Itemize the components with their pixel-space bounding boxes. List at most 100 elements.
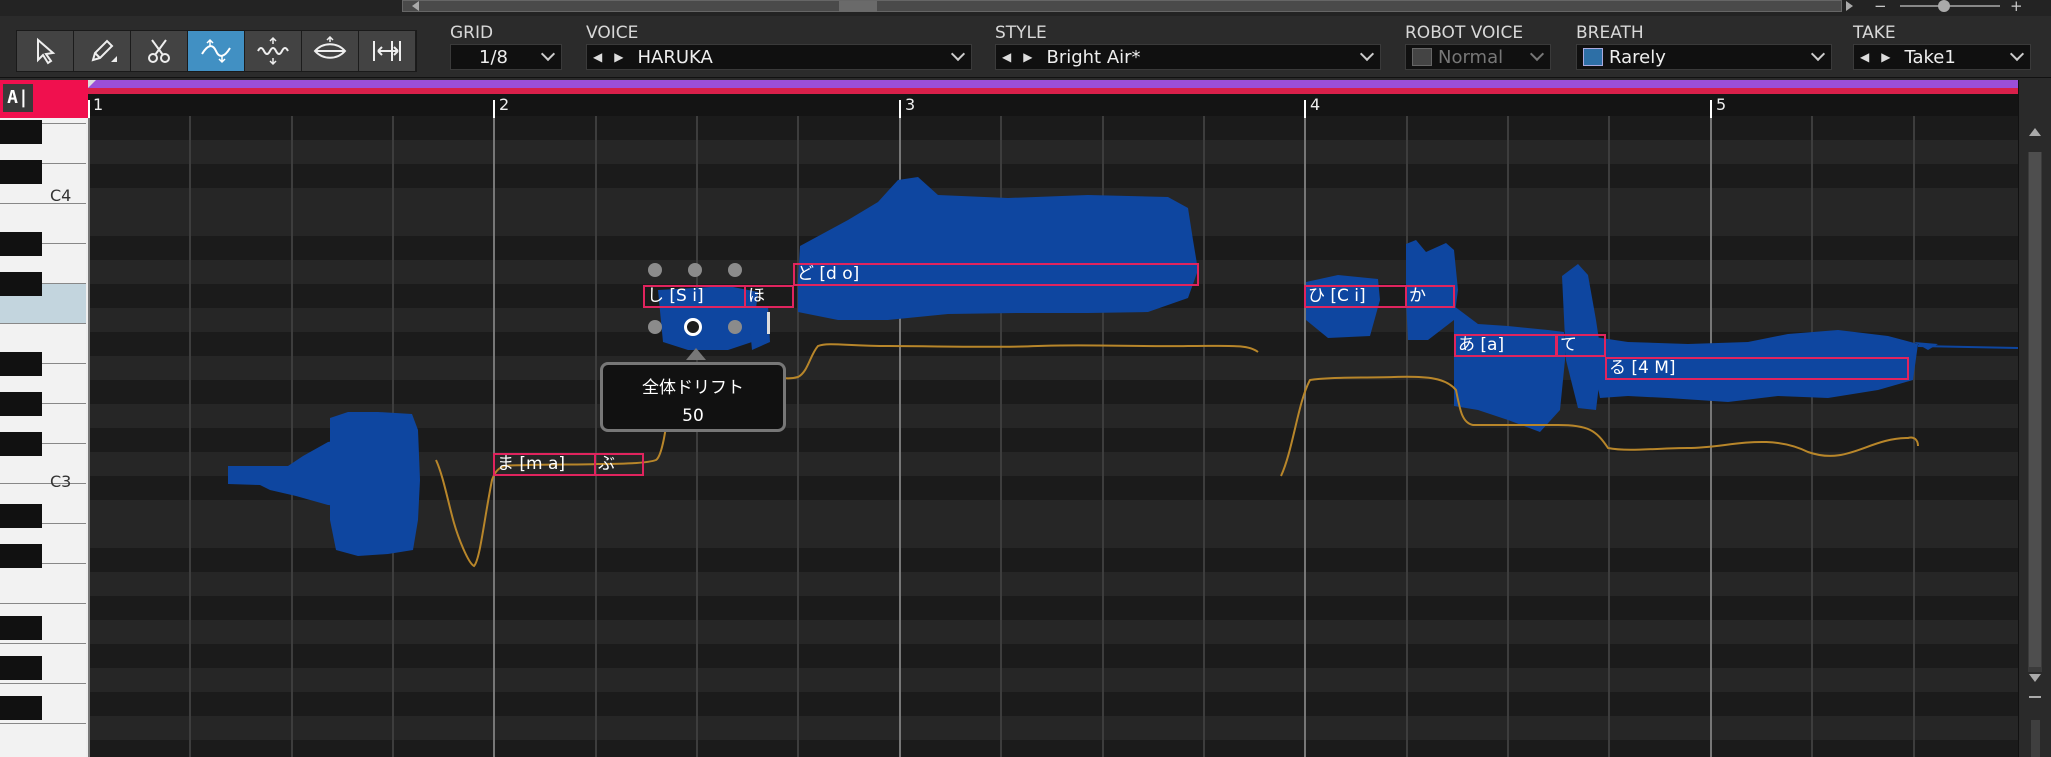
piano-black-key[interactable] [0, 656, 42, 680]
piano-black-key[interactable] [0, 432, 42, 456]
take-select[interactable]: ◀ ▶ Take1 [1853, 44, 2031, 70]
vertical-scrollbar[interactable] [2018, 80, 2051, 757]
take-prev-next[interactable]: ◀ ▶ [1860, 50, 1890, 64]
voice-prev-next[interactable]: ◀ ▶ [593, 50, 623, 64]
scroll-right-icon[interactable] [1846, 1, 1853, 11]
waveform-lead-in [293, 462, 369, 468]
voice-select[interactable]: ◀ ▶ HARUKA [586, 44, 972, 70]
piano-black-key[interactable] [0, 160, 42, 184]
volume-tool-button[interactable] [302, 31, 359, 71]
drift-tooltip: 全体ドリフト 50 [600, 362, 786, 432]
waveform-and-pitch-layer [228, 177, 2018, 568]
note-ho[interactable]: ほ [744, 285, 794, 308]
piano-black-key[interactable] [0, 272, 42, 296]
piano-black-key[interactable] [0, 352, 42, 376]
key-label-c4: C4 [50, 186, 72, 205]
drift-handle[interactable] [648, 263, 662, 277]
note-ka[interactable]: か [1405, 285, 1455, 308]
drift-handle[interactable] [728, 263, 742, 277]
voice-value: HARUKA [637, 46, 713, 68]
piano-black-key[interactable] [0, 696, 42, 720]
drift-handle[interactable] [648, 320, 662, 334]
breath-field: BREATH Rarely [1576, 24, 1832, 70]
breath-select[interactable]: Rarely [1576, 44, 1832, 70]
scissors-icon [148, 39, 170, 63]
piano-white-key[interactable] [0, 564, 86, 604]
note-ma[interactable]: ま [m a] [493, 453, 596, 476]
timing-stretch-icon [373, 41, 401, 61]
selected-drift-handle[interactable] [684, 318, 702, 336]
piano-keyboard[interactable]: C4 C3 [0, 80, 88, 757]
piano-black-key[interactable] [0, 120, 42, 144]
pencil-icon [91, 39, 117, 62]
arrow-cursor-icon [37, 37, 56, 65]
ai-badge[interactable]: A| [0, 80, 88, 118]
drift-handle[interactable] [728, 320, 742, 334]
chevron-down-icon [540, 46, 556, 62]
note-shi[interactable]: し [S i] [643, 285, 746, 308]
horizontal-scrollbar[interactable] [402, 0, 1842, 12]
zoom-out-button[interactable]: − [1874, 0, 1887, 15]
scroll-up-icon[interactable] [2029, 128, 2041, 136]
zoom-slider[interactable] [1900, 5, 2000, 7]
breath-value: Rarely [1609, 46, 1666, 68]
prev-arrow-icon[interactable]: ◀ [593, 50, 602, 64]
collapse-icon[interactable] [2029, 696, 2041, 698]
breath-checkbox[interactable] [1583, 48, 1603, 66]
robot-voice-select[interactable]: Normal [1405, 44, 1551, 70]
note-a[interactable]: あ [a] [1454, 334, 1557, 357]
scroll-thumb[interactable] [839, 1, 877, 12]
timing-tool-button[interactable] [359, 31, 416, 71]
breath-label: BREATH [1576, 23, 1644, 43]
piano-black-key[interactable] [0, 232, 42, 256]
style-select[interactable]: ◀ ▶ Bright Air* [995, 44, 1381, 70]
piano-black-key[interactable] [0, 616, 42, 640]
key-label-c3: C3 [50, 472, 72, 491]
waveform-tail-line [1917, 345, 2018, 349]
piano-black-key[interactable] [0, 392, 42, 416]
next-arrow-icon[interactable]: ▶ [1881, 50, 1890, 64]
note-hi[interactable]: ひ [C i] [1304, 285, 1407, 308]
robot-voice-field: ROBOT VOICE Normal [1405, 24, 1551, 70]
next-arrow-icon[interactable]: ▶ [1023, 50, 1032, 64]
style-value: Bright Air* [1046, 46, 1141, 68]
pencil-tool-button[interactable] [74, 31, 131, 71]
chevron-down-icon [950, 46, 966, 62]
style-prev-next[interactable]: ◀ ▶ [1002, 50, 1032, 64]
prev-arrow-icon[interactable]: ◀ [1002, 50, 1011, 64]
note-ru[interactable]: る [4 M] [1605, 357, 1909, 380]
grid-select[interactable]: 1/8 [450, 44, 562, 70]
tooltip-value: 50 [682, 406, 704, 426]
piano-black-key[interactable] [0, 544, 42, 568]
volume-shape-icon [313, 36, 347, 59]
piano-black-key[interactable] [0, 504, 42, 528]
top-scroll-strip: − + [0, 0, 2051, 16]
waveform-bu [330, 412, 420, 556]
voice-field: VOICE ◀ ▶ HARUKA [586, 24, 972, 70]
prev-arrow-icon[interactable]: ◀ [1860, 50, 1869, 64]
waveform-do [798, 177, 1198, 320]
chevron-down-icon [1529, 46, 1545, 62]
grid-value: 1/8 [479, 46, 508, 68]
pitch-drift-tool-button[interactable] [188, 31, 245, 71]
vibrato-tool-button[interactable] [245, 31, 302, 71]
scroll-left-icon[interactable] [412, 1, 419, 11]
piano-roll-editor[interactable]: 1 2 3 4 5 ま [m a] ぶ し [S i] ほ ど [d o] ひ … [88, 80, 2018, 757]
scroll-thumb[interactable] [2029, 152, 2041, 667]
zoom-slider-knob[interactable] [1938, 0, 1950, 12]
note-do[interactable]: ど [d o] [793, 263, 1199, 286]
take-field: TAKE ◀ ▶ Take1 [1853, 24, 2031, 70]
pointer-tool-button[interactable] [17, 31, 74, 71]
scroll-thumb-lower[interactable] [2031, 720, 2040, 757]
robot-voice-checkbox[interactable] [1412, 48, 1432, 66]
note-bu[interactable]: ぶ [594, 453, 644, 476]
scroll-down-icon[interactable] [2029, 674, 2041, 682]
note-te[interactable]: て [1556, 334, 1606, 357]
zoom-in-button[interactable]: + [2010, 0, 2023, 15]
piano-white-key[interactable] [0, 724, 86, 757]
tooltip-pointer [686, 348, 706, 360]
style-label: STYLE [995, 23, 1047, 43]
drift-handle[interactable] [688, 263, 702, 277]
next-arrow-icon[interactable]: ▶ [614, 50, 623, 64]
scissors-tool-button[interactable] [131, 31, 188, 71]
